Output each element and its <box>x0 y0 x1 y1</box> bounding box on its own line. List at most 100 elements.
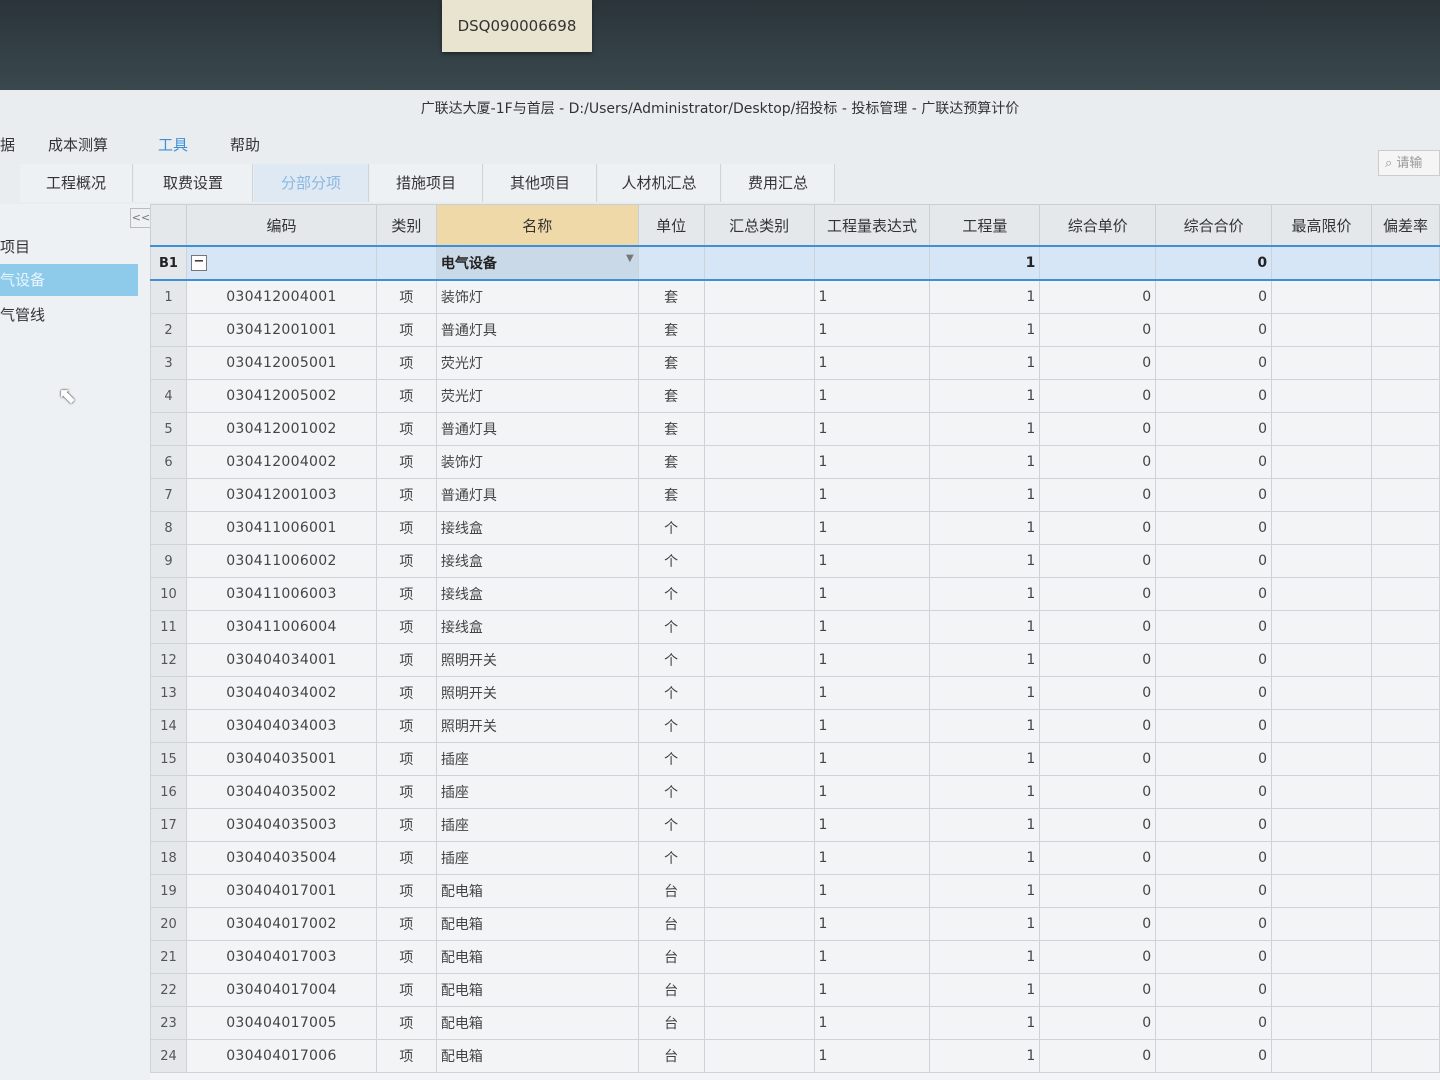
deviation-rate-cell[interactable] <box>1371 676 1440 710</box>
max-price-cell[interactable] <box>1271 973 1372 1007</box>
max-price-cell[interactable] <box>1271 412 1372 446</box>
max-price-cell[interactable] <box>1271 775 1372 809</box>
tab-measures[interactable]: 措施项目 <box>370 164 483 202</box>
table-row[interactable]: 4 030412005002 项荧光灯套 1 1 0 0 <box>150 379 1440 413</box>
item-type-cell[interactable]: 项 <box>375 940 437 974</box>
total-price-cell[interactable]: 0 <box>1155 279 1273 314</box>
max-price-cell[interactable] <box>1271 346 1372 380</box>
quantity-cell[interactable]: 1 <box>929 907 1041 941</box>
deviation-rate-cell[interactable] <box>1371 610 1440 644</box>
quantity-cell[interactable]: 1 <box>929 346 1041 380</box>
tab-other-items[interactable]: 其他项目 <box>484 164 597 202</box>
total-price-cell[interactable]: 0 <box>1155 676 1273 710</box>
header-deviation-rate[interactable]: 偏差率 <box>1371 204 1440 247</box>
total-price-cell[interactable]: 0 <box>1155 940 1273 974</box>
header-quantity-expression[interactable]: 工程量表达式 <box>813 204 931 247</box>
item-type-cell[interactable]: 项 <box>375 808 437 842</box>
tab-project-overview[interactable]: 工程概况 <box>20 164 133 202</box>
item-name-cell[interactable]: 荧光灯 <box>435 379 639 413</box>
deviation-rate-cell[interactable] <box>1371 808 1440 842</box>
item-type-cell[interactable]: 项 <box>375 511 437 545</box>
item-code-cell[interactable]: 030412001002 <box>185 412 377 446</box>
item-code-cell[interactable]: 030404017004 <box>185 973 377 1007</box>
unit-price-cell[interactable]: 0 <box>1039 940 1157 974</box>
quantity-expression-cell[interactable]: 1 <box>813 874 931 908</box>
total-price-cell[interactable]: 0 <box>1155 841 1273 875</box>
summary-category-cell[interactable] <box>703 874 815 908</box>
item-type-cell[interactable]: 项 <box>375 907 437 941</box>
total-price-cell[interactable]: 0 <box>1155 445 1273 479</box>
summary-category-cell[interactable] <box>703 1039 815 1073</box>
item-code-cell[interactable]: 030412005001 <box>185 346 377 380</box>
item-type-cell[interactable]: 项 <box>375 577 437 611</box>
item-type-cell[interactable]: 项 <box>375 709 437 743</box>
table-row[interactable]: 12 030404034001 项照明开关个 1 1 0 0 <box>150 643 1440 677</box>
quantity-cell[interactable]: 1 <box>929 676 1041 710</box>
quantity-expression-cell[interactable]: 1 <box>813 643 931 677</box>
item-name-cell[interactable]: 普通灯具 <box>435 412 639 446</box>
table-row[interactable]: 8 030411006001 项接线盒个 1 1 0 0 <box>150 511 1440 545</box>
quantity-expression-cell[interactable]: 1 <box>813 742 931 776</box>
max-price-cell[interactable] <box>1271 940 1372 974</box>
item-code-cell[interactable]: 030404017003 <box>185 940 377 974</box>
tab-fee-settings[interactable]: 取费设置 <box>134 164 253 202</box>
max-price-cell[interactable] <box>1271 511 1372 545</box>
table-row[interactable]: 19 030404017001 项配电箱台 1 1 0 0 <box>150 874 1440 908</box>
header-code[interactable]: 编码 <box>185 204 377 247</box>
item-name-cell[interactable]: 配电箱 <box>435 973 639 1007</box>
item-unit-cell[interactable]: 套 <box>637 445 705 479</box>
unit-price-cell[interactable]: 0 <box>1039 709 1157 743</box>
item-unit-cell[interactable]: 个 <box>637 544 705 578</box>
item-type-cell[interactable]: 项 <box>375 874 437 908</box>
unit-price-cell[interactable]: 0 <box>1039 511 1157 545</box>
header-max-price[interactable]: 最高限价 <box>1271 204 1372 247</box>
dropdown-arrow-icon[interactable]: ▼ <box>626 253 634 264</box>
item-name-cell[interactable]: 插座 <box>435 841 639 875</box>
quantity-cell[interactable]: 1 <box>929 973 1041 1007</box>
unit-price-cell[interactable]: 0 <box>1039 973 1157 1007</box>
quantity-cell[interactable]: 1 <box>929 742 1041 776</box>
unit-price-cell[interactable]: 0 <box>1039 412 1157 446</box>
quantity-expression-cell[interactable]: 1 <box>813 577 931 611</box>
table-row[interactable]: 6 030412004002 项装饰灯套 1 1 0 0 <box>150 445 1440 479</box>
item-unit-cell[interactable]: 套 <box>637 379 705 413</box>
item-name-cell[interactable]: 照明开关 <box>435 709 639 743</box>
item-unit-cell[interactable]: 套 <box>637 313 705 347</box>
item-type-cell[interactable]: 项 <box>375 1006 437 1040</box>
item-name-cell[interactable]: 配电箱 <box>435 1006 639 1040</box>
summary-category-cell[interactable] <box>703 676 815 710</box>
summary-category-cell[interactable] <box>703 940 815 974</box>
item-unit-cell[interactable]: 套 <box>637 412 705 446</box>
max-price-cell[interactable] <box>1271 1006 1372 1040</box>
table-row[interactable]: 1 030412004001 项装饰灯套 1 1 0 0 <box>150 279 1440 314</box>
quantity-cell[interactable]: 1 <box>929 643 1041 677</box>
menu-item-help[interactable]: 帮助 <box>230 134 260 155</box>
table-row[interactable]: 15 030404035001 项插座个 1 1 0 0 <box>150 742 1440 776</box>
total-price-cell[interactable]: 0 <box>1155 1006 1273 1040</box>
tree-item-electrical-wiring[interactable]: 气管线 <box>0 304 45 325</box>
item-code-cell[interactable]: 030412001003 <box>185 478 377 512</box>
total-price-cell[interactable]: 0 <box>1155 478 1273 512</box>
unit-price-cell[interactable]: 0 <box>1039 544 1157 578</box>
summary-category-cell[interactable] <box>703 775 815 809</box>
quantity-expression-cell[interactable]: 1 <box>813 346 931 380</box>
deviation-rate-cell[interactable] <box>1371 412 1440 446</box>
item-name-cell[interactable]: 配电箱 <box>435 874 639 908</box>
tab-cost-summary[interactable]: 费用汇总 <box>722 164 835 202</box>
total-price-cell[interactable]: 0 <box>1155 610 1273 644</box>
deviation-rate-cell[interactable] <box>1371 379 1440 413</box>
deviation-rate-cell[interactable] <box>1371 643 1440 677</box>
item-code-cell[interactable]: 030412005002 <box>185 379 377 413</box>
collapse-minus-icon[interactable]: − <box>190 255 207 271</box>
max-price-cell[interactable] <box>1271 577 1372 611</box>
item-name-cell[interactable]: 配电箱 <box>435 940 639 974</box>
max-price-cell[interactable] <box>1271 1039 1372 1073</box>
summary-category-cell[interactable] <box>703 808 815 842</box>
quantity-cell[interactable]: 1 <box>929 412 1041 446</box>
item-name-cell[interactable]: 插座 <box>435 742 639 776</box>
item-unit-cell[interactable]: 个 <box>637 676 705 710</box>
quantity-expression-cell[interactable]: 1 <box>813 940 931 974</box>
unit-price-cell[interactable]: 0 <box>1039 841 1157 875</box>
summary-category-cell[interactable] <box>703 346 815 380</box>
quantity-cell[interactable]: 1 <box>929 940 1041 974</box>
